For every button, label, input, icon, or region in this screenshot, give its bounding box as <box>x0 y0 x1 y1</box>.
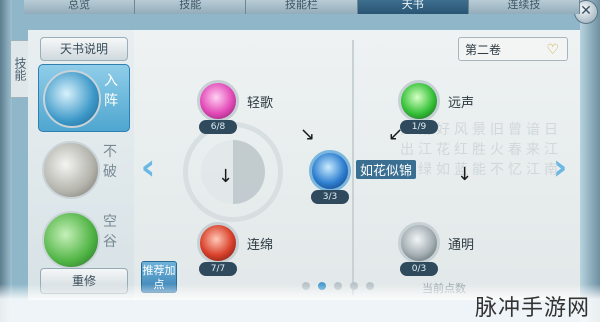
watermark-banner: 脉冲手游网 <box>0 284 600 322</box>
tianshu-info-button[interactable]: 天书说明 <box>40 37 128 61</box>
side-label-skills: 技能 <box>10 40 30 98</box>
cloud-icon <box>42 141 100 199</box>
skill-name: 连绵 <box>247 238 274 253</box>
tab-skill-bar[interactable]: 技能栏 <box>246 0 358 14</box>
skill-qingge[interactable]: 6/8 <box>197 80 241 140</box>
skill-ruhuasijin[interactable]: 3/3 <box>309 150 353 210</box>
category-bupo[interactable]: 不破 <box>38 136 128 202</box>
category-label: 入阵 <box>104 73 118 109</box>
tab-skills[interactable]: 技能 <box>135 0 247 14</box>
silver-sword-icon <box>398 222 440 264</box>
green-bell-icon <box>398 80 440 122</box>
tab-tianshu[interactable]: 天书 <box>357 0 469 14</box>
skill-level: 1/9 <box>400 120 438 134</box>
category-rujian[interactable]: 入阵 <box>38 64 130 132</box>
feather-icon <box>43 70 101 128</box>
category-label: 不破 <box>103 144 117 180</box>
skill-name: 远声 <box>448 96 475 111</box>
top-tab-bar: 总览 技能 技能栏 天书 连续技 <box>24 0 581 14</box>
skill-level: 0/3 <box>400 262 438 276</box>
down-arrow-icon: ↓ <box>218 166 234 187</box>
frame-right-edge <box>580 0 600 322</box>
pink-bell-icon <box>197 80 239 122</box>
down-arrow-icon: ↓ <box>457 164 473 185</box>
watermark-text: 脉冲手游网 <box>474 296 590 321</box>
skill-tongming[interactable]: 0/3 <box>398 222 442 282</box>
category-label: 空谷 <box>103 214 117 250</box>
skill-yuansheng[interactable]: 1/9 <box>398 80 442 140</box>
skill-lianmian[interactable]: 7/7 <box>197 222 241 282</box>
category-konggu[interactable]: 空谷 <box>38 206 128 272</box>
down-left-arrow-icon: ↙ <box>388 124 404 145</box>
gold-dropdown-icon: ♡ <box>546 42 559 58</box>
skill-level: 7/7 <box>199 262 237 276</box>
close-icon: ✕ <box>580 3 592 19</box>
skill-name: 轻歌 <box>247 96 274 111</box>
lotus-icon <box>42 211 100 269</box>
skill-level: 3/3 <box>311 190 349 204</box>
blue-flower-icon <box>309 150 351 192</box>
down-right-arrow-icon: ↘ <box>300 124 316 145</box>
volume-selected: 第二卷 <box>465 43 502 57</box>
red-blade-icon <box>197 222 239 264</box>
tab-overview[interactable]: 总览 <box>24 0 136 14</box>
skill-level: 6/8 <box>199 120 237 134</box>
skill-name: 如花似锦 <box>356 160 417 179</box>
prev-page-arrow[interactable]: ‹ <box>136 150 160 190</box>
skill-name: 通明 <box>448 238 475 253</box>
volume-dropdown[interactable]: 第二卷 ♡ <box>458 37 568 61</box>
tab-combo[interactable]: 连续技 <box>468 0 581 14</box>
